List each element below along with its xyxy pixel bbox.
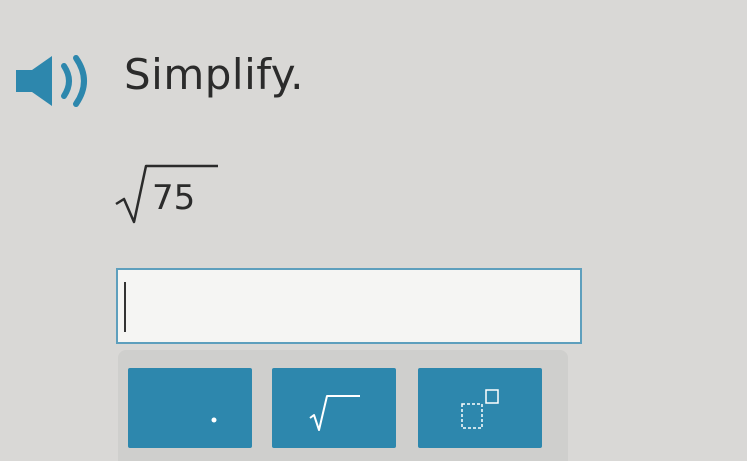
- question-prompt: Simplify.: [124, 50, 305, 99]
- dot-icon: [211, 417, 217, 423]
- superscript-icon: [461, 389, 499, 429]
- audio-button[interactable]: [12, 52, 98, 110]
- math-keypad: [118, 350, 568, 461]
- speaker-icon: [16, 55, 87, 107]
- exponent-key[interactable]: [418, 368, 542, 448]
- text-cursor: [124, 282, 126, 332]
- decimal-point-key[interactable]: [128, 368, 252, 448]
- sqrt-icon: [309, 395, 360, 431]
- radicand: 75: [152, 178, 196, 218]
- radical-expression: 75: [110, 152, 230, 232]
- answer-input[interactable]: [116, 268, 582, 344]
- square-root-key[interactable]: [272, 368, 396, 448]
